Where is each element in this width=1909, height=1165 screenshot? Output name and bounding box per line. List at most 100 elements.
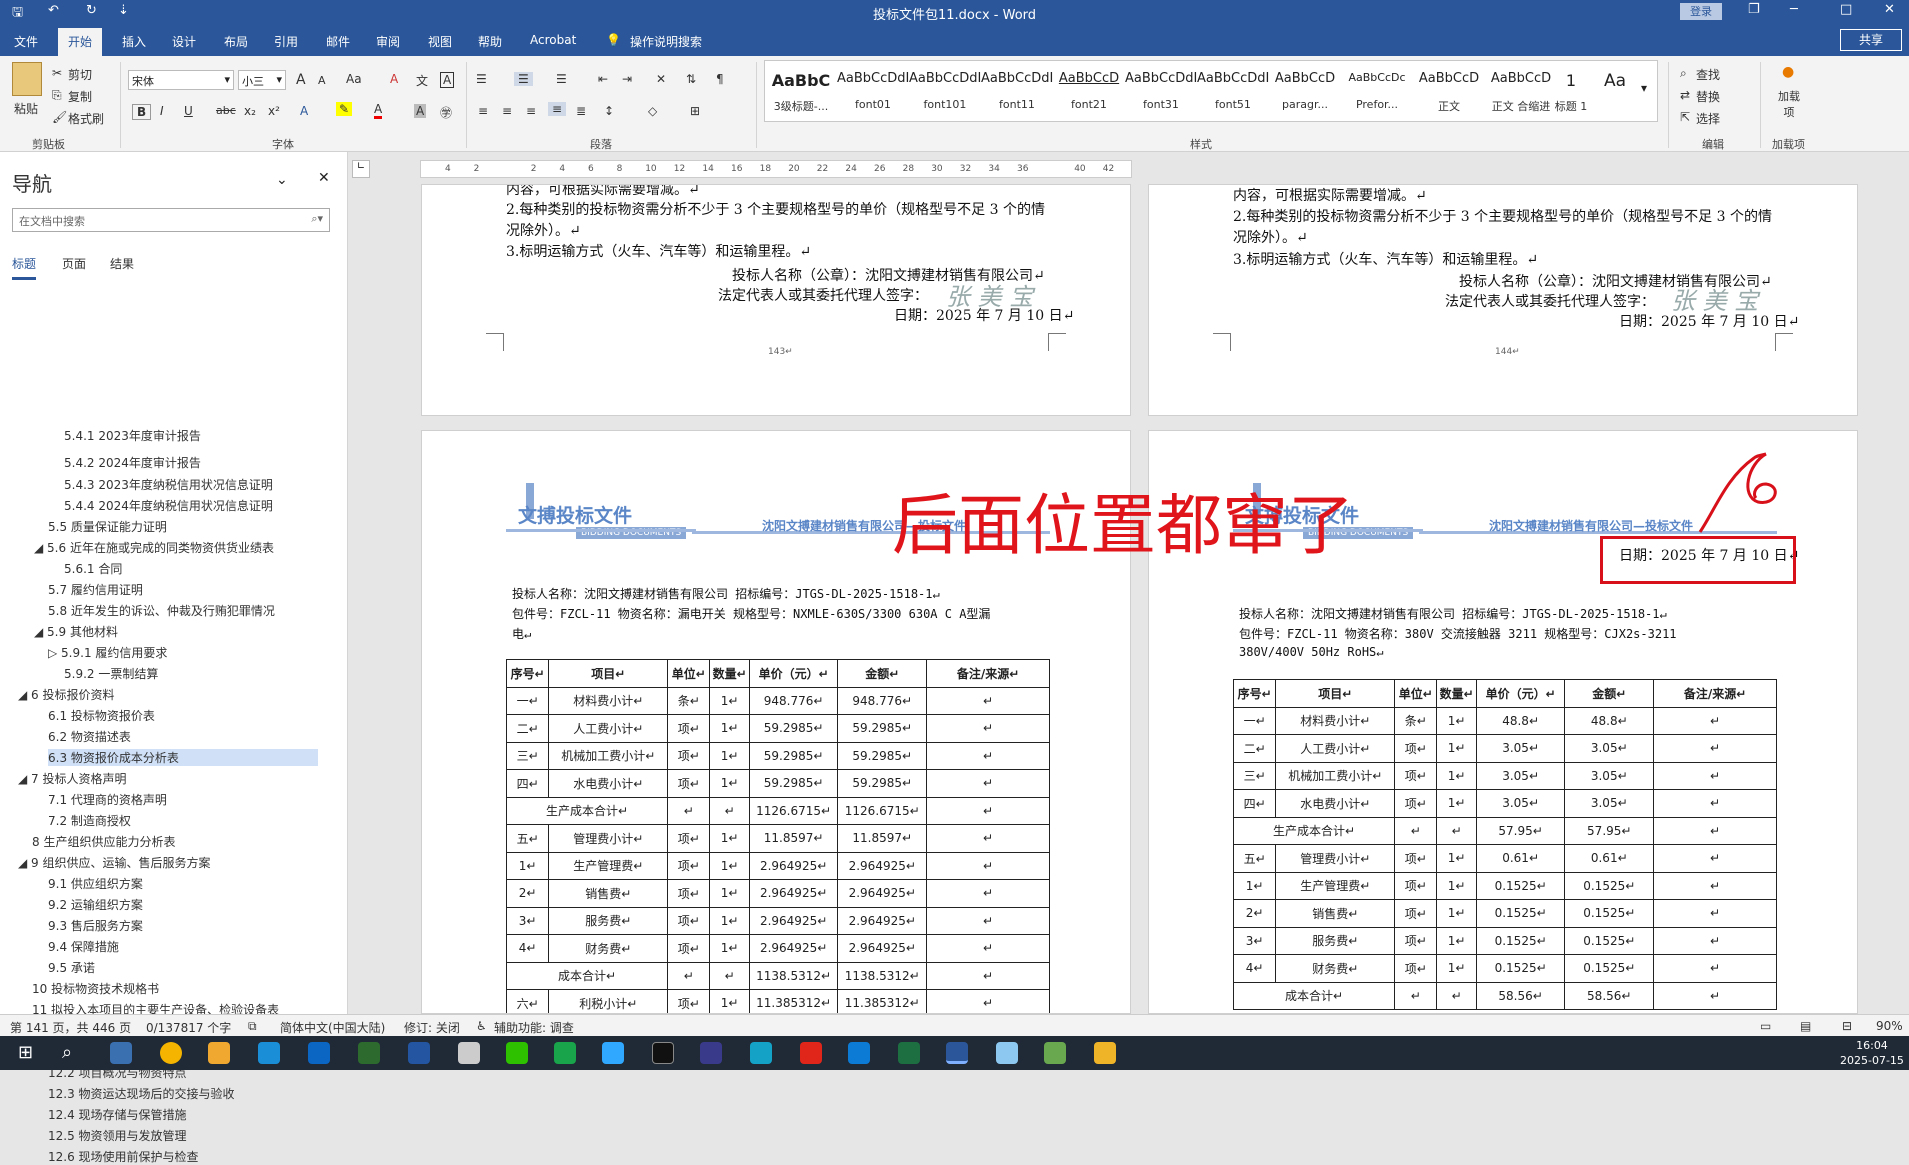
text-effects-icon[interactable]: A bbox=[300, 104, 308, 118]
multilevel-list-icon[interactable]: ☰ bbox=[556, 72, 567, 86]
app-icon[interactable] bbox=[554, 1042, 576, 1064]
maximize-icon[interactable]: □ bbox=[1840, 2, 1852, 17]
track-changes[interactable]: 修订: 关闭 bbox=[404, 1019, 460, 1036]
increase-indent-icon[interactable]: ⇥ bbox=[622, 72, 632, 86]
heading-item[interactable]: 9.1 供应组织方案 bbox=[48, 875, 143, 892]
shading-icon[interactable]: ◇ bbox=[648, 104, 657, 118]
chinese-layout-icon[interactable]: ✕ bbox=[656, 72, 666, 86]
heading-item[interactable]: 12.3 物资运达现场后的交接与验收 bbox=[48, 1085, 235, 1102]
sort-icon[interactable]: ⇅ bbox=[686, 72, 696, 86]
word-count[interactable]: 0/137817 个字 bbox=[146, 1019, 231, 1036]
close-nav-icon[interactable]: ✕ bbox=[318, 170, 330, 186]
heading-item[interactable]: ◢ 7 投标人资格声明 bbox=[18, 770, 127, 787]
italic-button[interactable]: I bbox=[160, 104, 164, 118]
accessibility[interactable]: 辅助功能: 调查 bbox=[494, 1019, 574, 1036]
addins-icon[interactable]: ● bbox=[1782, 64, 1794, 80]
bold-button[interactable]: B bbox=[132, 104, 152, 120]
addins-button[interactable]: 加载项 bbox=[1774, 88, 1804, 120]
superscript-button[interactable]: x² bbox=[268, 104, 280, 118]
heading-item[interactable]: 5.4.4 2024年度纳税信用状况信息证明 bbox=[64, 497, 273, 514]
style-item[interactable]: AaBbCcDdI font51 bbox=[1197, 61, 1269, 121]
tab-headings[interactable]: 标题 bbox=[12, 255, 37, 280]
shrink-font-button[interactable]: A bbox=[318, 74, 326, 87]
borders-icon[interactable]: ⊞ bbox=[690, 104, 700, 118]
style-item[interactable]: AaBbCcDdI font11 bbox=[981, 61, 1053, 121]
tab-references[interactable]: 引用 bbox=[274, 33, 298, 50]
folder-icon[interactable] bbox=[1094, 1042, 1116, 1064]
windows-start-icon[interactable]: ⊞ bbox=[18, 1042, 33, 1063]
tab-selector[interactable]: ∟ bbox=[352, 160, 370, 178]
acrobat-icon[interactable] bbox=[800, 1042, 822, 1064]
heading-item[interactable]: 7.2 制造商授权 bbox=[48, 812, 131, 829]
close-window-icon[interactable]: ✕ bbox=[1884, 2, 1895, 17]
heading-item[interactable]: 6.3 物资报价成本分析表 bbox=[48, 749, 318, 766]
heading-item[interactable]: ◢ 6 投标报价资料 bbox=[18, 686, 115, 703]
style-item[interactable]: AaBbCcD 正文 bbox=[1413, 61, 1485, 121]
app-icon[interactable] bbox=[308, 1042, 330, 1064]
underline-button[interactable]: U bbox=[184, 104, 193, 118]
word-icon[interactable] bbox=[946, 1042, 968, 1064]
heading-item[interactable]: 12.4 现场存储与保管措施 bbox=[48, 1106, 187, 1123]
photoshop-icon[interactable] bbox=[602, 1042, 624, 1064]
excel-icon[interactable] bbox=[898, 1042, 920, 1064]
tab-review[interactable]: 审阅 bbox=[376, 33, 400, 50]
heading-item[interactable]: 12.5 物资领用与发放管理 bbox=[48, 1127, 187, 1144]
style-item[interactable]: Aa bbox=[1593, 61, 1637, 121]
tab-home[interactable]: 开始 bbox=[58, 28, 103, 56]
paste-icon[interactable] bbox=[12, 62, 42, 96]
search-icon[interactable]: ⌕ bbox=[62, 1042, 72, 1063]
nav-options-chevron-icon[interactable]: ⌄ bbox=[276, 172, 288, 188]
heading-item[interactable]: 8 生产组织供应能力分析表 bbox=[32, 833, 175, 850]
align-left-icon[interactable]: ≡ bbox=[478, 104, 488, 118]
app-icon[interactable] bbox=[258, 1042, 280, 1064]
heading-item[interactable]: 9.2 运输组织方案 bbox=[48, 896, 143, 913]
language[interactable]: 简体中文(中国大陆) bbox=[280, 1019, 385, 1036]
heading-item[interactable]: 9.5 承诺 bbox=[48, 959, 95, 976]
heading-item[interactable]: 5.4.1 2023年度审计报告 bbox=[64, 427, 201, 444]
tab-view[interactable]: 视图 bbox=[428, 33, 452, 50]
highlight-icon[interactable]: ✎ bbox=[336, 102, 353, 116]
clock[interactable]: 16:04 2025-07-15 bbox=[1840, 1038, 1904, 1068]
print-layout-icon[interactable]: ▤ bbox=[1800, 1019, 1811, 1033]
qq-icon[interactable] bbox=[652, 1042, 674, 1064]
read-mode-icon[interactable]: ▭ bbox=[1760, 1019, 1771, 1033]
cut-button[interactable]: 剪切 bbox=[68, 66, 92, 83]
app-icon[interactable] bbox=[1044, 1042, 1066, 1064]
app-icon[interactable] bbox=[996, 1042, 1018, 1064]
page-143[interactable]: 内容，可根据实际需要增减。↵ 2.每种类别的投标物资需分析不少于 3 个主要规格… bbox=[421, 184, 1131, 416]
zoom-level[interactable]: 90% bbox=[1876, 1019, 1903, 1033]
tab-file[interactable]: 文件 bbox=[14, 33, 38, 50]
file-explorer-icon[interactable] bbox=[208, 1042, 230, 1064]
heading-item[interactable]: ◢ 5.9 其他材料 bbox=[34, 623, 118, 640]
heading-item[interactable]: ◢ 5.6 近年在施或完成的同类物资供货业绩表 bbox=[34, 539, 274, 556]
heading-item[interactable]: 5.8 近年发生的诉讼、仲裁及行贿犯罪情况 bbox=[48, 602, 275, 619]
align-center-icon[interactable]: ≡ bbox=[502, 104, 512, 118]
change-case-button[interactable]: Aa bbox=[346, 72, 362, 86]
tab-acrobat[interactable]: Acrobat bbox=[530, 33, 576, 47]
subscript-button[interactable]: x₂ bbox=[244, 104, 256, 118]
style-item[interactable]: AaBbCcDdI font101 bbox=[909, 61, 981, 121]
line-spacing-icon[interactable]: ↕ bbox=[604, 104, 614, 118]
minimize-icon[interactable]: ─ bbox=[1790, 2, 1798, 17]
heading-item[interactable]: 5.9.2 一票制结算 bbox=[64, 665, 158, 682]
styles-more-icon[interactable]: ▾ bbox=[1641, 81, 1647, 95]
heading-item[interactable]: 6.2 物资描述表 bbox=[48, 728, 131, 745]
nav-search-input[interactable]: 在文档中搜索 ⌕▾ bbox=[12, 208, 330, 232]
clear-format-button[interactable]: A bbox=[390, 72, 398, 86]
heading-item[interactable]: 5.5 质量保证能力证明 bbox=[48, 518, 167, 535]
font-size-select[interactable]: 小三 ▾ bbox=[238, 70, 286, 90]
edge-icon[interactable] bbox=[848, 1042, 870, 1064]
calculator-icon[interactable] bbox=[110, 1042, 132, 1064]
heading-item[interactable]: 9.4 保障措施 bbox=[48, 938, 119, 955]
heading-item[interactable]: 12.6 现场使用前保护与检查 bbox=[48, 1148, 199, 1165]
heading-item[interactable]: 5.4.3 2023年度纳税信用状况信息证明 bbox=[64, 476, 273, 493]
tab-mailings[interactable]: 邮件 bbox=[326, 33, 350, 50]
show-marks-icon[interactable]: ¶ bbox=[716, 72, 724, 86]
format-painter-button[interactable]: 格式刷 bbox=[68, 110, 104, 127]
app-icon[interactable] bbox=[458, 1042, 480, 1064]
style-item[interactable]: AaBbCcDdI font01 bbox=[837, 61, 909, 121]
strikethrough-button[interactable]: abc bbox=[216, 104, 236, 117]
app-icon[interactable] bbox=[408, 1042, 430, 1064]
decrease-indent-icon[interactable]: ⇤ bbox=[598, 72, 608, 86]
tab-results[interactable]: 结果 bbox=[110, 255, 134, 272]
